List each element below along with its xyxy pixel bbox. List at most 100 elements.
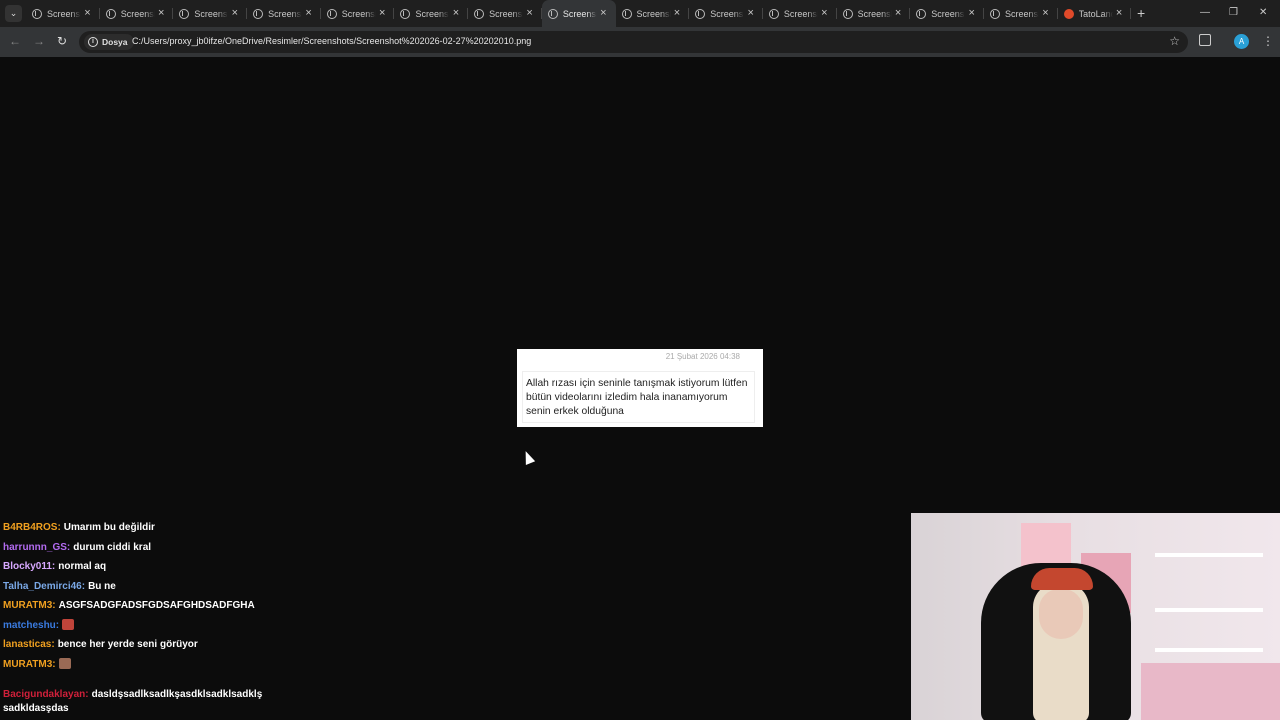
more-vertical-icon: ⋮ xyxy=(1262,34,1274,48)
tab-close-button[interactable]: × xyxy=(747,7,753,19)
browser-tab[interactable]: Screenshot× xyxy=(247,0,321,27)
chat-username: MURATM3: xyxy=(3,658,56,670)
bookmark-star-button[interactable]: ☆ xyxy=(1169,34,1180,49)
tab-close-button[interactable]: × xyxy=(969,7,975,19)
info-icon: i xyxy=(88,37,98,47)
tab-close-button[interactable]: × xyxy=(232,7,238,19)
site-info-chip[interactable]: i Dosya xyxy=(84,34,134,50)
tab-title: Screenshot xyxy=(636,8,671,19)
chat-message: Blocky011: normal aq xyxy=(3,557,303,577)
toolbar: ← → ↻ i Dosya C:/Users/proxy_jb0ifze/One… xyxy=(0,27,1280,57)
reload-icon: ↻ xyxy=(57,34,68,48)
tab-close-button[interactable]: × xyxy=(84,7,90,19)
browser-tab[interactable]: Screenshot× xyxy=(837,0,911,27)
chat-text: durum ciddi kral xyxy=(73,541,152,553)
browser-tab[interactable]: Screenshot× xyxy=(984,0,1058,27)
webcam-shelf xyxy=(1155,608,1263,612)
close-window-button[interactable]: ✕ xyxy=(1259,6,1267,20)
forward-button[interactable]: → xyxy=(33,34,45,49)
tab-close-button[interactable]: × xyxy=(453,7,459,19)
tab-close-button[interactable]: × xyxy=(821,7,827,19)
tab-close-button[interactable]: × xyxy=(1042,7,1048,19)
chat-message: B4RB4ROS: Umarım bu değildir xyxy=(3,518,303,538)
browser-tab[interactable]: Screenshot× xyxy=(689,0,763,27)
webcam-shelf xyxy=(1155,648,1263,652)
globe-icon xyxy=(768,8,779,19)
browser-tab[interactable]: Screenshot × xyxy=(173,0,247,27)
url-text[interactable]: C:/Users/proxy_jb0ifze/OneDrive/Resimler… xyxy=(132,36,531,46)
browser-tab[interactable]: Screenshot× xyxy=(394,0,468,27)
webcam-background xyxy=(1141,663,1280,720)
emote-icon xyxy=(62,618,75,630)
browser-tab[interactable]: Screenshot× xyxy=(100,0,174,27)
profile-avatar[interactable]: A xyxy=(1234,34,1249,49)
webcam-overlay xyxy=(911,513,1280,720)
tab-close-button[interactable]: × xyxy=(895,7,901,19)
tab-title: Screenshot xyxy=(931,8,965,19)
tab-title: Screenshot xyxy=(783,8,818,19)
tab-title: TatoLand xyxy=(1078,8,1113,19)
chat-message: MURATM3: ASGFSADGFADSFGDSAFGHDSADFGHA xyxy=(3,596,303,616)
tab-title: Screenshot xyxy=(268,8,302,19)
chat-username: B4RB4ROS: xyxy=(3,522,61,533)
new-tab-button[interactable]: + xyxy=(1137,5,1145,21)
arrow-left-icon: ← xyxy=(9,34,21,48)
browser-tab[interactable]: TatoLand × xyxy=(1058,0,1132,27)
chat-text: bence her yerde seni görüyor xyxy=(57,639,198,650)
reload-button[interactable]: ↻ xyxy=(57,34,67,49)
plus-icon: + xyxy=(1137,5,1146,21)
browser-tab[interactable]: Screenshot × xyxy=(910,0,984,27)
globe-icon xyxy=(842,8,853,19)
browser-tab[interactable]: Screenshot× xyxy=(468,0,542,27)
browser-menu-button[interactable]: ⋮ xyxy=(1262,33,1274,49)
globe-icon xyxy=(326,8,337,19)
tab-title: Screenshot xyxy=(194,8,228,19)
restore-icon: ❐ xyxy=(1229,7,1238,18)
tab-close-button[interactable]: × xyxy=(600,7,606,19)
browser-tab[interactable]: Screenshot× xyxy=(321,0,395,27)
tab-close-button[interactable]: × xyxy=(526,7,532,19)
tab-close-button[interactable]: × xyxy=(305,7,311,19)
chat-text: ASGFSADGFADSFGDSAFGHDSADFGHA xyxy=(58,600,255,611)
restore-button[interactable]: ❐ xyxy=(1229,6,1238,20)
chat-message: matcheshu: xyxy=(3,616,303,636)
chevron-down-icon: ⌄ xyxy=(9,8,18,18)
arrow-right-icon: → xyxy=(33,34,45,48)
tab-close-button[interactable]: × xyxy=(379,7,385,19)
message-bubble: Allah rızası için seninle tanışmak istiy… xyxy=(522,371,755,423)
browser-tab[interactable]: Screenshot× xyxy=(616,0,690,27)
minimize-button[interactable]: — xyxy=(1200,6,1210,20)
close-icon: ✕ xyxy=(1259,7,1268,18)
tab-close-button[interactable]: × xyxy=(1116,7,1122,19)
tabs-container: Screenshot×Screenshot×Screenshot×Screens… xyxy=(26,0,1132,27)
globe-icon xyxy=(179,8,190,19)
tab-close-button[interactable]: × xyxy=(674,7,680,19)
tab-close-button[interactable]: × xyxy=(158,7,164,19)
chat-username: Bacigundaklayan: xyxy=(3,689,89,700)
globe-icon xyxy=(400,8,411,19)
tab-search-button[interactable]: ⌄ xyxy=(5,5,22,22)
emote-icon xyxy=(58,657,71,669)
webcam-shelf xyxy=(1155,553,1263,557)
tab-title: Screenshot xyxy=(120,8,155,19)
chat-text: Umarım bu değildir xyxy=(63,522,155,533)
back-button[interactable]: ← xyxy=(9,34,21,49)
globe-icon xyxy=(547,8,558,19)
address-bar[interactable]: i Dosya C:/Users/proxy_jb0ifze/OneDrive/… xyxy=(79,31,1188,53)
globe-icon xyxy=(105,8,116,19)
chat-spacer xyxy=(3,674,303,688)
tab-title: Screenshot xyxy=(857,8,892,19)
chat-username: harrunnn_GS: xyxy=(3,541,71,553)
chat-username: lanasticas: xyxy=(3,639,55,650)
browser-tab[interactable]: Screenshot× xyxy=(26,0,100,27)
chat-message: lanasticas: bence her yerde seni görüyor xyxy=(3,635,303,655)
extensions-button[interactable] xyxy=(1199,34,1211,46)
chat-message: Bacigundaklayan: dasldşsadlksadlkşasdklsa… xyxy=(3,688,293,716)
browser-tab[interactable]: Screenshot× xyxy=(541,0,616,27)
chat-username: matcheshu: xyxy=(3,619,60,631)
browser-tab[interactable]: Screenshot× xyxy=(763,0,837,27)
image-viewer: 21 Şubat 2026 04:38 Allah rızası için se… xyxy=(0,57,1280,720)
message-date: 21 Şubat 2026 04:38 xyxy=(665,352,740,361)
tab-title: Screenshot xyxy=(1004,8,1039,19)
minimize-icon: — xyxy=(1200,7,1210,18)
